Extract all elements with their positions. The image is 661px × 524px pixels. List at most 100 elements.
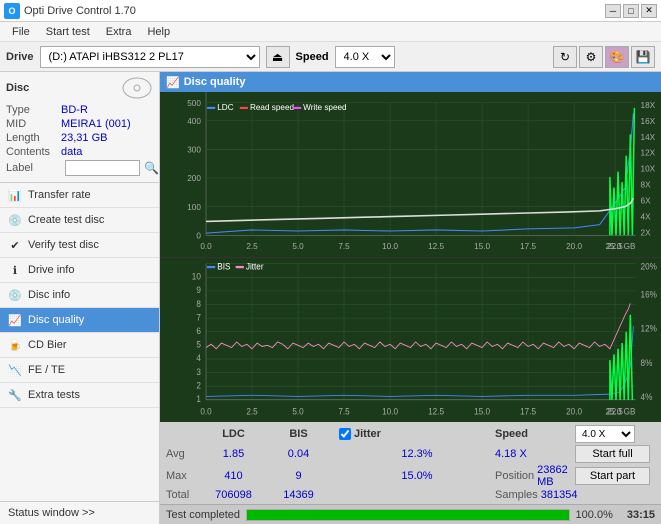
sidebar: Disc Type BD-R MID MEIRA1 (001) Length 2… — [0, 72, 160, 524]
settings-button[interactable]: ⚙ — [579, 46, 603, 68]
maximize-button[interactable]: □ — [623, 4, 639, 18]
disc-type-row: Type BD-R — [6, 104, 153, 116]
minimize-button[interactable]: ─ — [605, 4, 621, 18]
position-value: 23862 MB — [537, 464, 575, 488]
disc-header: Disc — [6, 76, 153, 100]
svg-text:10.0: 10.0 — [382, 406, 398, 417]
sidebar-item-drive-info[interactable]: ℹ Drive info — [0, 258, 159, 283]
status-text: Test completed — [166, 509, 240, 521]
svg-text:25.0 GB: 25.0 GB — [605, 241, 635, 251]
svg-text:BIS: BIS — [217, 260, 230, 271]
svg-text:15.0: 15.0 — [474, 241, 490, 251]
sidebar-item-create-test-disc[interactable]: 💿 Create test disc — [0, 208, 159, 233]
status-window-link[interactable]: Status window >> — [0, 501, 159, 524]
disc-label-input[interactable] — [65, 160, 140, 176]
save-button[interactable]: 💾 — [631, 46, 655, 68]
svg-text:7.5: 7.5 — [338, 406, 350, 417]
disc-label-row: Label 🔍 — [6, 160, 153, 176]
charts-area: 0 100 200 300 400 500 2X 4X 6X 8X 10X 12… — [160, 92, 661, 422]
main-layout: Disc Type BD-R MID MEIRA1 (001) Length 2… — [0, 72, 661, 524]
position-area: Position 23862 MB — [495, 464, 575, 488]
nav-section: 📊 Transfer rate 💿 Create test disc ✔ Ver… — [0, 183, 159, 501]
menu-help[interactable]: Help — [139, 24, 178, 40]
samples-label: Samples — [495, 489, 538, 501]
disc-section: Disc Type BD-R MID MEIRA1 (001) Length 2… — [0, 72, 159, 183]
jitter-checkbox[interactable] — [339, 428, 351, 440]
max-ldc: 410 — [201, 470, 266, 482]
close-button[interactable]: ✕ — [641, 4, 657, 18]
disc-contents-value: data — [61, 146, 82, 158]
disc-mid-row: MID MEIRA1 (001) — [6, 118, 153, 130]
speed-select[interactable]: 4.0 X — [335, 46, 395, 68]
svg-text:0.0: 0.0 — [200, 406, 212, 417]
nav-label-extra-tests: Extra tests — [28, 389, 80, 401]
svg-text:4: 4 — [196, 352, 201, 363]
menu-start-test[interactable]: Start test — [38, 24, 98, 40]
svg-text:2.5: 2.5 — [246, 241, 258, 251]
menubar: File Start test Extra Help — [0, 22, 661, 42]
sidebar-item-verify-test-disc[interactable]: ✔ Verify test disc — [0, 233, 159, 258]
app-icon: O — [4, 3, 20, 19]
svg-text:12.5: 12.5 — [428, 241, 444, 251]
drive-select[interactable]: (D:) ATAPI iHBS312 2 PL17 — [40, 46, 260, 68]
color-button[interactable]: 🎨 — [605, 46, 629, 68]
sidebar-item-extra-tests[interactable]: 🔧 Extra tests — [0, 383, 159, 408]
nav-label-cd-bier: CD Bier — [28, 339, 67, 351]
position-label: Position — [495, 470, 534, 482]
extra-tests-icon: 🔧 — [8, 388, 22, 402]
svg-text:Write speed: Write speed — [303, 102, 347, 112]
status-window-label: Status window >> — [8, 507, 95, 519]
avg-row: Avg 1.85 0.04 12.3% 4.18 X Start full — [166, 445, 655, 463]
progress-bar-section: Test completed 100.0% 33:15 — [160, 504, 661, 524]
eject-button[interactable]: ⏏ — [266, 46, 290, 68]
disc-mid-label: MID — [6, 118, 61, 130]
speed-col-header: Speed — [495, 428, 528, 440]
avg-speed: 4.18 X — [495, 448, 575, 460]
svg-text:2: 2 — [196, 380, 201, 391]
speed-header-area: Speed — [495, 428, 575, 440]
start-part-button[interactable]: Start part — [575, 467, 650, 485]
disc-contents-label: Contents — [6, 146, 61, 158]
svg-text:12X: 12X — [641, 148, 656, 158]
svg-text:12.5: 12.5 — [428, 406, 444, 417]
svg-text:LDC: LDC — [217, 102, 233, 112]
max-bis: 9 — [266, 470, 331, 482]
svg-text:8: 8 — [196, 298, 201, 309]
nav-label-transfer-rate: Transfer rate — [28, 189, 91, 201]
sidebar-item-cd-bier[interactable]: 🍺 CD Bier — [0, 333, 159, 358]
svg-text:7: 7 — [196, 311, 201, 322]
disc-label-icon[interactable]: 🔍 — [144, 161, 159, 175]
speed-select-stats[interactable]: 4.0 X — [575, 425, 635, 443]
total-bis: 14369 — [266, 489, 331, 501]
start-part-btn-area: Start part — [575, 467, 655, 485]
sidebar-item-disc-quality[interactable]: 📈 Disc quality — [0, 308, 159, 333]
upper-chart: 0 100 200 300 400 500 2X 4X 6X 8X 10X 12… — [160, 92, 661, 258]
disc-length-label: Length — [6, 132, 61, 144]
svg-text:15.0: 15.0 — [474, 406, 490, 417]
bis-header: BIS — [266, 428, 331, 440]
menu-file[interactable]: File — [4, 24, 38, 40]
nav-label-disc-quality: Disc quality — [28, 314, 84, 326]
chart-title: Disc quality — [184, 76, 246, 88]
sidebar-item-fe-te[interactable]: 📉 FE / TE — [0, 358, 159, 383]
refresh-button[interactable]: ↻ — [553, 46, 577, 68]
samples-area: Samples 381354 — [495, 489, 575, 501]
start-full-button[interactable]: Start full — [575, 445, 650, 463]
svg-text:5.0: 5.0 — [292, 241, 304, 251]
jitter-check-area: Jitter — [331, 428, 495, 440]
svg-text:5: 5 — [196, 339, 201, 350]
chart-header-icon: 📈 — [166, 76, 180, 89]
svg-text:9: 9 — [196, 284, 201, 295]
svg-text:7.5: 7.5 — [338, 241, 350, 251]
elapsed-time: 33:15 — [627, 509, 655, 521]
avg-bis: 0.04 — [266, 448, 331, 460]
sidebar-item-disc-info[interactable]: 💿 Disc info — [0, 283, 159, 308]
progress-bar — [246, 509, 570, 521]
disc-type-label: Type — [6, 104, 61, 116]
menu-extra[interactable]: Extra — [98, 24, 140, 40]
sidebar-item-transfer-rate[interactable]: 📊 Transfer rate — [0, 183, 159, 208]
svg-text:10: 10 — [192, 271, 201, 282]
disc-label-label: Label — [6, 162, 61, 174]
disc-icon — [121, 76, 153, 100]
drive-info-icon: ℹ — [8, 263, 22, 277]
